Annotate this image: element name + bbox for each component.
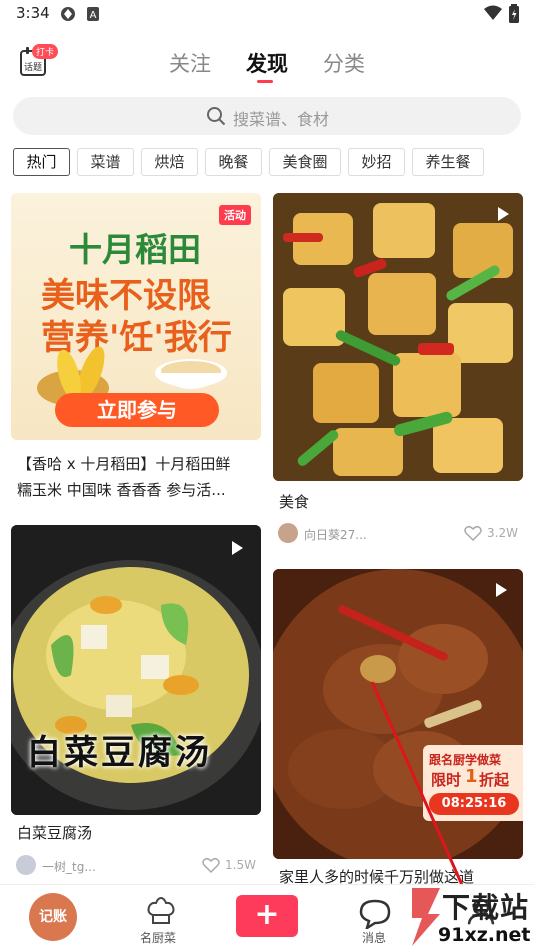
chef-hat-icon[interactable] (145, 895, 177, 927)
message-bubble-icon[interactable] (359, 899, 391, 929)
chef-dishes-label[interactable]: 名厨菜 (140, 929, 176, 946)
watermark-text-bottom: 91xz.net (438, 924, 531, 946)
site-watermark: 下载站 91xz.net (408, 884, 534, 950)
message-label[interactable]: 消息 (362, 929, 386, 946)
annotation-arrow (370, 681, 482, 926)
bookkeeping-button[interactable]: 记账 (29, 893, 77, 941)
add-post-button[interactable]: + (236, 895, 298, 937)
watermark-text-top: 下载站 (442, 891, 530, 924)
